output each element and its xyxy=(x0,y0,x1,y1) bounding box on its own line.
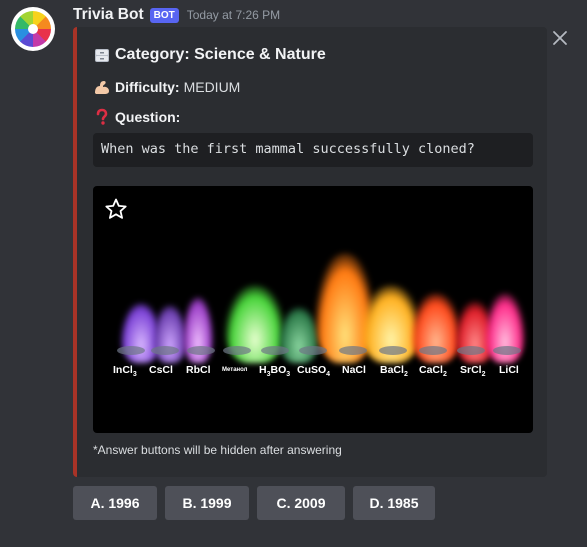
compound-label: LiCl xyxy=(499,364,519,376)
trivia-wheel-icon xyxy=(15,11,51,47)
dish xyxy=(457,346,485,355)
answer-button-d[interactable]: D. 1985 xyxy=(353,486,435,520)
question-mark-icon xyxy=(96,108,108,125)
dish xyxy=(339,346,367,355)
compound-label: InCl3 xyxy=(113,364,137,379)
compound-label: NaCl xyxy=(342,364,366,376)
question-label: Question: xyxy=(115,109,181,125)
difficulty-label: Difficulty: xyxy=(115,79,180,95)
difficulty-value: MEDIUM xyxy=(183,79,241,95)
compound-label: H3BO3 xyxy=(259,364,291,379)
flame-test-image[interactable]: InCl3 CsCl RbCl Метанол H3BO3 CuSO4 NaCl… xyxy=(93,186,533,433)
timestamp: Today at 7:26 PM xyxy=(186,8,281,22)
dish xyxy=(493,346,521,355)
question-label-row: Question: xyxy=(93,108,180,126)
dish xyxy=(379,346,407,355)
star-icon[interactable] xyxy=(104,197,128,221)
answer-button-b[interactable]: B. 1999 xyxy=(165,486,249,520)
question-codeblock: When was the first mammal successfully c… xyxy=(93,133,533,167)
compound-label: CaCl2 xyxy=(419,364,447,379)
answer-button-a[interactable]: A. 1996 xyxy=(73,486,157,520)
dish xyxy=(299,346,327,355)
dish xyxy=(223,346,251,355)
dish xyxy=(419,346,447,355)
compound-label: CsCl xyxy=(149,364,173,376)
file-cabinet-icon xyxy=(95,49,109,62)
embed-footer: *Answer buttons will be hidden after ans… xyxy=(93,443,342,457)
close-icon[interactable] xyxy=(550,28,570,48)
bot-avatar[interactable] xyxy=(11,7,55,51)
dish xyxy=(151,346,179,355)
bot-badge: BOT xyxy=(149,7,179,23)
compound-label: CuSO4 xyxy=(297,364,331,379)
flexed-biceps-icon xyxy=(95,81,109,94)
answer-buttons: A. 1996 B. 1999 C. 2009 D. 1985 xyxy=(73,486,435,520)
category-title: Category: Science & Nature xyxy=(115,46,326,63)
dish xyxy=(261,346,289,355)
compound-label: BaCl2 xyxy=(380,364,408,379)
username[interactable]: Trivia Bot xyxy=(73,6,144,24)
difficulty-row: Difficulty: MEDIUM xyxy=(93,78,240,96)
message-header: Trivia Bot BOT Today at 7:26 PM xyxy=(73,5,280,25)
category-row: Category: Science & Nature xyxy=(93,46,326,64)
dish xyxy=(187,346,215,355)
compound-label: RbCl xyxy=(186,364,211,376)
compound-label: SrCl2 xyxy=(460,364,486,379)
compound-label: Метанол xyxy=(222,367,248,373)
question-embed: Category: Science & Nature Difficulty: M… xyxy=(73,27,547,477)
dish xyxy=(117,346,145,355)
answer-button-c[interactable]: C. 2009 xyxy=(257,486,345,520)
